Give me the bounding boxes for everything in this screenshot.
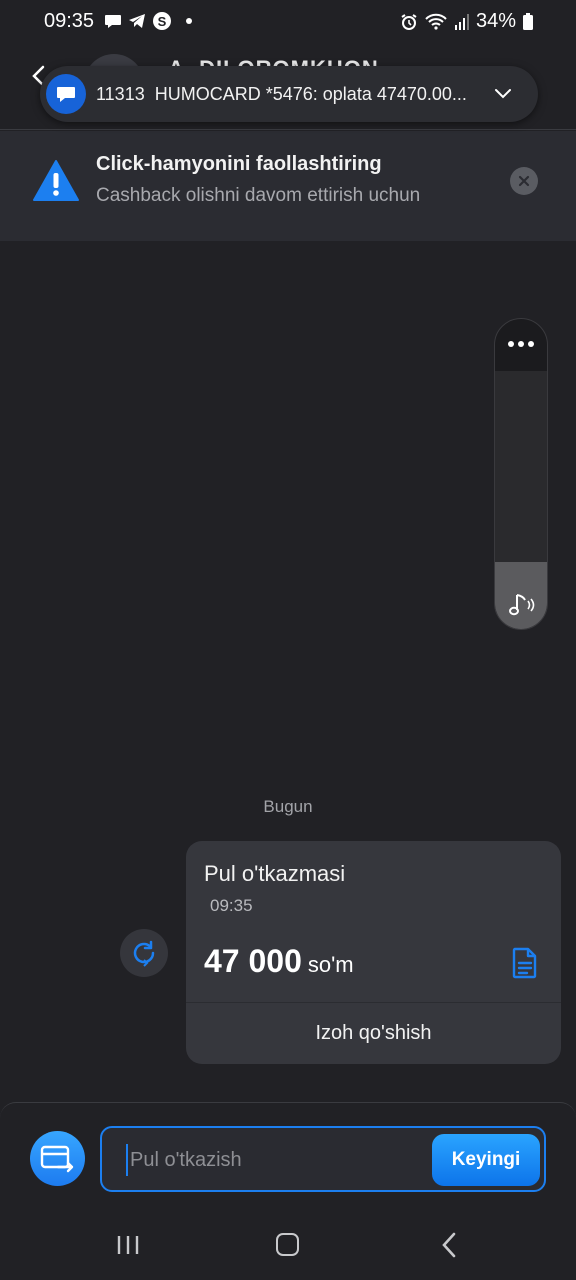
recents-icon[interactable] (116, 1234, 140, 1256)
svg-text:S: S (158, 14, 167, 29)
banner-close-button[interactable] (510, 167, 538, 195)
message-amount: 47 000 so'm (204, 943, 354, 980)
skype-icon: S (153, 12, 171, 30)
amount-currency: so'm (307, 952, 354, 977)
transfer-input[interactable] (126, 1144, 416, 1176)
status-notification-icons: S (104, 11, 192, 31)
banner-title: Click-hamyonini faollashtiring (96, 153, 382, 175)
wifi-icon (425, 13, 447, 30)
next-button[interactable]: Keyingi (432, 1134, 540, 1186)
card-transfer-button[interactable] (30, 1131, 85, 1186)
heads-up-notification[interactable]: 11313 HUMOCARD *5476: oplata 47470.00... (40, 66, 538, 122)
music-note-icon[interactable] (507, 591, 537, 619)
close-icon (518, 175, 530, 187)
warning-icon (33, 160, 79, 201)
volume-more-icon[interactable] (495, 341, 547, 347)
banner-subtitle: Cashback olishni davom ettirish uchun (96, 185, 421, 206)
message-time: 09:35 (210, 896, 253, 915)
date-separator: Bugun (263, 797, 313, 816)
notification-text: 11313 HUMOCARD *5476: oplata 47470.00... (96, 84, 480, 105)
wallet-activation-banner[interactable]: Click-hamyonini faollashtiring Cashback … (0, 131, 576, 241)
chat-bubble-icon (105, 15, 121, 28)
status-bar: 09:35 S 34% (0, 0, 576, 44)
volume-panel[interactable] (494, 318, 548, 630)
signal-icon (454, 13, 469, 30)
notification-sender: 11313 (96, 83, 145, 104)
amount-value: 47 000 (204, 943, 302, 979)
telegram-icon (129, 14, 145, 28)
status-system-icons: 34% (400, 10, 534, 33)
battery-percent: 34% (475, 10, 516, 32)
card-transfer-icon (40, 1145, 73, 1172)
system-nav-bar (0, 1220, 576, 1280)
nav-back-icon[interactable] (440, 1232, 458, 1258)
notification-message: HUMOCARD *5476: oplata 47470.00... (154, 83, 467, 104)
messages-app-icon (46, 74, 86, 114)
add-comment-button[interactable]: Izoh qo'shish (186, 1002, 561, 1064)
battery-icon (523, 12, 533, 30)
home-icon[interactable] (276, 1233, 299, 1256)
status-time: 09:35 (44, 10, 95, 32)
refresh-status-icon[interactable] (120, 929, 168, 977)
more-notifications-dot (186, 18, 192, 24)
alarm-icon (401, 13, 417, 30)
transfer-message-card[interactable]: Pul o'tkazmasi 09:35 47 000 so'm Izoh qo'… (186, 841, 561, 1064)
chevron-down-icon[interactable] (494, 88, 512, 100)
receipt-document-icon[interactable] (512, 947, 538, 979)
amount-input-box: Keyingi (100, 1126, 546, 1192)
message-title: Pul o'tkazmasi (204, 861, 346, 886)
